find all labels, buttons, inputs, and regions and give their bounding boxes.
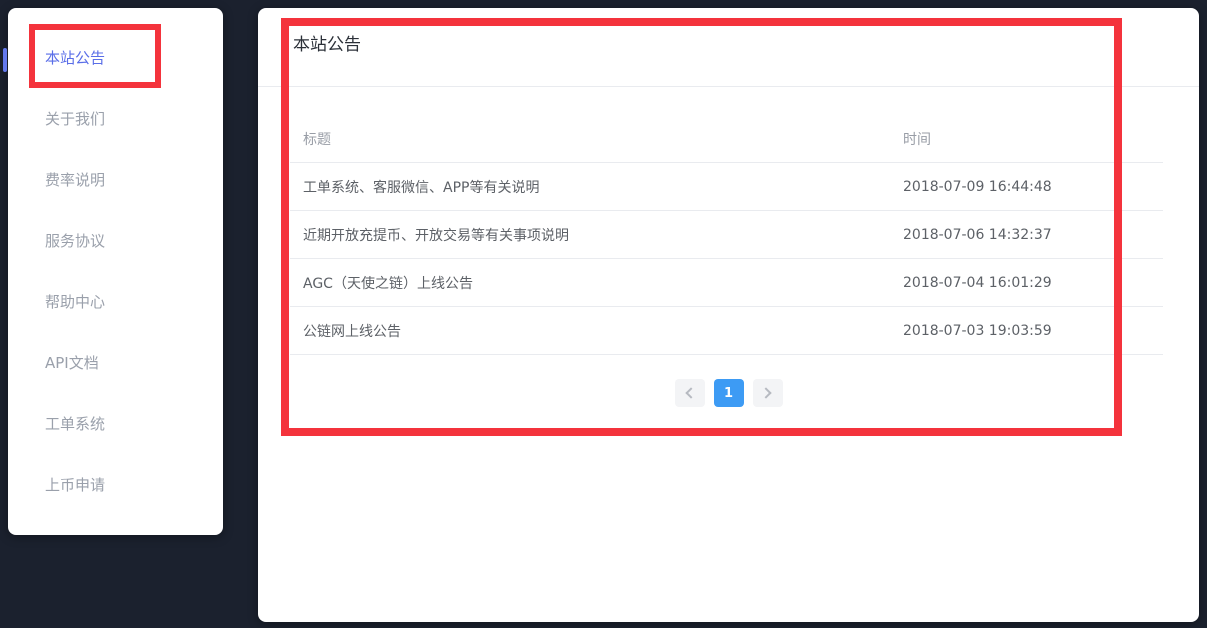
sidebar-item-site-announcements[interactable]: 本站公告 — [8, 28, 223, 89]
pagination: 1 — [258, 379, 1199, 407]
table-row[interactable]: 公链网上线公告2018-07-03 19:03:59 — [290, 307, 1163, 355]
chevron-right-icon — [760, 387, 771, 398]
table-row[interactable]: AGC（天使之链）上线公告2018-07-04 16:01:29 — [290, 259, 1163, 307]
column-header-title: 标题 — [290, 129, 903, 149]
sidebar: 本站公告关于我们费率说明服务协议帮助中心API文档工单系统上币申请 — [8, 8, 223, 535]
announcement-title-link[interactable]: 近期开放充提币、开放交易等有关事项说明 — [290, 225, 903, 245]
active-item-indicator — [3, 48, 7, 72]
sidebar-item-api-docs[interactable]: API文档 — [8, 333, 223, 394]
sidebar-menu: 本站公告关于我们费率说明服务协议帮助中心API文档工单系统上币申请 — [8, 8, 223, 516]
pagination-next-button[interactable] — [753, 379, 783, 407]
pagination-page-1[interactable]: 1 — [714, 379, 744, 407]
announcement-timestamp: 2018-07-09 16:44:48 — [903, 179, 1163, 195]
announcements-table: 标题 时间 工单系统、客服微信、APP等有关说明2018-07-09 16:44… — [290, 115, 1163, 355]
announcements-panel: 本站公告 标题 时间 工单系统、客服微信、APP等有关说明2018-07-09 … — [258, 8, 1199, 622]
announcement-timestamp: 2018-07-03 19:03:59 — [903, 323, 1163, 339]
sidebar-item-ticket-system[interactable]: 工单系统 — [8, 394, 223, 455]
sidebar-item-fee-rates[interactable]: 费率说明 — [8, 150, 223, 211]
panel-header: 本站公告 — [258, 8, 1199, 87]
table-row[interactable]: 工单系统、客服微信、APP等有关说明2018-07-09 16:44:48 — [290, 163, 1163, 211]
announcement-title-link[interactable]: 工单系统、客服微信、APP等有关说明 — [290, 177, 903, 197]
sidebar-item-listing-application[interactable]: 上币申请 — [8, 455, 223, 516]
table-header-row: 标题 时间 — [290, 115, 1163, 163]
table-row[interactable]: 近期开放充提币、开放交易等有关事项说明2018-07-06 14:32:37 — [290, 211, 1163, 259]
chevron-left-icon — [685, 387, 696, 398]
sidebar-item-service-agreement[interactable]: 服务协议 — [8, 211, 223, 272]
column-header-time: 时间 — [903, 129, 1163, 149]
announcement-timestamp: 2018-07-04 16:01:29 — [903, 275, 1163, 291]
table-body: 工单系统、客服微信、APP等有关说明2018-07-09 16:44:48近期开… — [290, 163, 1163, 355]
announcement-title-link[interactable]: 公链网上线公告 — [290, 321, 903, 341]
sidebar-item-help-center[interactable]: 帮助中心 — [8, 272, 223, 333]
sidebar-item-about-us[interactable]: 关于我们 — [8, 89, 223, 150]
page-title: 本站公告 — [293, 8, 361, 82]
announcement-timestamp: 2018-07-06 14:32:37 — [903, 227, 1163, 243]
announcement-title-link[interactable]: AGC（天使之链）上线公告 — [290, 273, 903, 293]
pagination-prev-button[interactable] — [675, 379, 705, 407]
